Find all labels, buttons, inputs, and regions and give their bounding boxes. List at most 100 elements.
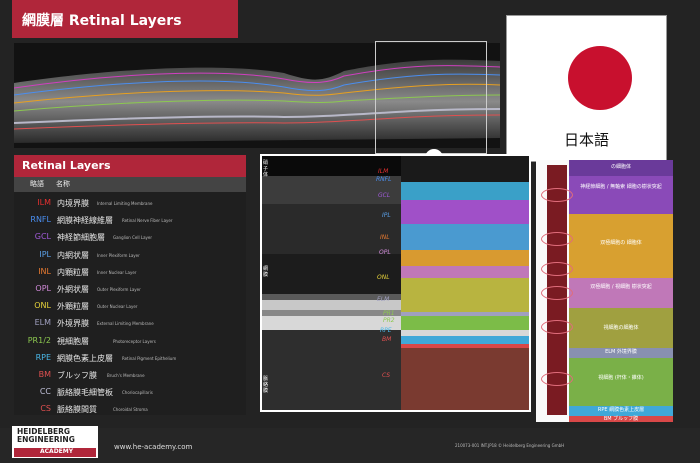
legend-abbr: RNFL [30, 215, 51, 225]
cell-icon [541, 320, 573, 334]
legend-abbr: INL [38, 266, 51, 276]
side-label-vitreous: 硝子体 [263, 160, 269, 178]
band-label-pr1: PR1 [383, 310, 395, 317]
legend-jp-name: 内網状層 [57, 250, 89, 260]
right-label-5: 視細胞の細胞体 [603, 325, 639, 331]
cell-icon [541, 262, 573, 276]
band-ipl [401, 224, 529, 250]
legend-row: ONL 外顆粒層 Outer Nuclear Layer [14, 297, 246, 315]
legend-abbr: BM [38, 370, 51, 379]
cell-icon [541, 188, 573, 202]
legend-jp-name: 神経節細胞層 [57, 233, 105, 243]
legend-abbr: PR1/2 [27, 335, 51, 345]
legend-jp-name: 脈絡膜毛細管板 [57, 388, 113, 398]
band-cs [401, 348, 529, 410]
band-label-ipl: IPL [382, 212, 391, 219]
legend-en-name: Internal Limiting Membrane [97, 201, 153, 206]
legend-abbr: RPE [35, 352, 51, 362]
legend-row: CS 脈絡膜間質 Choroidal Stroma [14, 400, 246, 418]
cell-icon [541, 286, 573, 300]
band-rnfl [401, 182, 529, 200]
band-opl [401, 266, 529, 278]
legend-jp-name: 外顆粒層 [57, 302, 89, 312]
legend-abbr: GCL [34, 232, 51, 242]
logo-wordmark: HEIDELBERG ENGINEERING [17, 428, 95, 444]
legend-jp-name: 脈絡膜間質 [57, 405, 97, 415]
legend-title: Retinal Layers [22, 159, 111, 172]
legend-abbr: CS [40, 404, 51, 414]
right-label-2: 神経節細胞 / 無軸索 細胞の樹状突起 [580, 184, 662, 190]
right-label-1: の細胞体 [610, 164, 631, 170]
zoom-region-frame [375, 41, 487, 154]
legend-en-name: Choroidal Stroma [113, 407, 148, 413]
legend-row: RPE 網膜色素上皮層 Retinal Pigment Epithelium [14, 349, 246, 367]
legend-row: PR1/2 視細胞層 Photoreceptor Layers [14, 332, 246, 350]
band-label-elm: ELM [377, 296, 390, 303]
legend-jp-name: 網膜色素上皮層 [57, 353, 113, 363]
band-label-cs: CS [382, 372, 391, 379]
legend-jp-name: 内境界膜 [57, 199, 89, 208]
band-pr1 [401, 316, 529, 330]
cell-icon [541, 232, 573, 246]
legend-en-name: Retinal Nerve Fiber Layer [122, 218, 173, 224]
footer-bar [0, 428, 700, 463]
side-label-retina: 網膜 [263, 266, 269, 278]
legend-row: IPL 内網状層 Inner Plexiform Layer [14, 246, 246, 264]
band-inl [401, 250, 529, 266]
legend-abbr: ONL [34, 301, 51, 311]
band-rpe [401, 336, 529, 344]
right-label-9: BM ブルッフ膜 [603, 416, 639, 422]
legend-jp-name: 視細胞層 [57, 336, 89, 346]
right-band-2 [569, 176, 673, 214]
footer-copyright: 210073-001 INT.JP18 © Heidelberg Enginee… [455, 443, 565, 448]
band-label-rnfl: RNFL [376, 176, 392, 183]
band-onl [401, 278, 529, 312]
legend-en-name: Outer Nuclear Layer [97, 304, 138, 310]
legend-jp-name: 外境界膜 [57, 319, 89, 329]
footer-url[interactable]: www.he-academy.com [114, 443, 192, 451]
academy-label: ACADEMY [40, 448, 74, 455]
right-band-4 [569, 278, 673, 308]
legend-en-name: External Limiting Membrane [97, 321, 154, 327]
legend-en-name: Retinal Pigment Epithelium [122, 355, 177, 361]
logo-line-2: ENGINEERING [17, 435, 75, 444]
band-label-inl: INL [380, 234, 390, 241]
legend-en-name: Inner Plexiform Layer [97, 252, 140, 258]
legend-row: BM ブルッフ膜 Bruch's Membrane [14, 366, 246, 384]
language-card[interactable]: 日本語 [506, 15, 667, 162]
legend-jp-name: 網膜神経線維層 [57, 216, 113, 226]
legend-en-name: Ganglion Cell Layer [113, 235, 153, 241]
legend-jp-name: ブルッフ膜 [57, 371, 97, 380]
legend-column-header [14, 177, 246, 192]
column-abbr-label: 略語 [30, 180, 44, 188]
legend-abbr: ELM [34, 318, 51, 328]
legend-jp-name: 外網状層 [57, 285, 89, 294]
legend-row: OPL 外網状層 Outer Plexiform Layer [14, 280, 246, 298]
legend-row: ILM 内境界膜 Internal Limiting Membrane [14, 194, 246, 212]
japan-flag-icon [568, 46, 632, 110]
legend-abbr: ILM [37, 198, 51, 207]
legend-en-name: Photoreceptor Layers [113, 338, 156, 344]
layer-color-bands [401, 156, 529, 410]
legend-row: RNFL 網膜神経線維層 Retinal Nerve Fiber Layer [14, 211, 246, 229]
legend-row: ELM 外境界膜 External Limiting Membrane [14, 314, 246, 332]
language-label: 日本語 [563, 131, 609, 149]
column-name-label: 名称 [56, 180, 70, 188]
legend-abbr: CC [39, 387, 51, 397]
right-label-3: 双極細胞の 細胞体 [600, 240, 642, 246]
band-label-ilm: ILM [378, 168, 389, 175]
legend-row: GCL 神経節細胞層 Ganglion Cell Layer [14, 228, 246, 246]
cell-icon [541, 372, 573, 386]
legend-en-name: Outer Plexiform Layer [97, 287, 141, 292]
band-label-pr2: PR2 [383, 317, 395, 324]
legend-row: CC 脈絡膜毛細管板 Choriocapillaris [14, 383, 246, 401]
legend-abbr: OPL [35, 284, 51, 293]
legend-row: INL 内顆粒層 Inner Nuclear Layer [14, 263, 246, 281]
side-label-choroid: 脈絡膜 [263, 376, 269, 394]
legend-en-name: Bruch's Membrane [107, 373, 145, 378]
right-label-4: 双極細胞 / 視細胞 樹状突起 [590, 284, 652, 290]
legend-jp-name: 内顆粒層 [57, 267, 89, 277]
legend-en-name: Choriocapillaris [122, 390, 153, 396]
right-label-7: 視細胞 (杆体・錐体) [598, 375, 644, 381]
band-label-bm: BM [382, 336, 392, 343]
